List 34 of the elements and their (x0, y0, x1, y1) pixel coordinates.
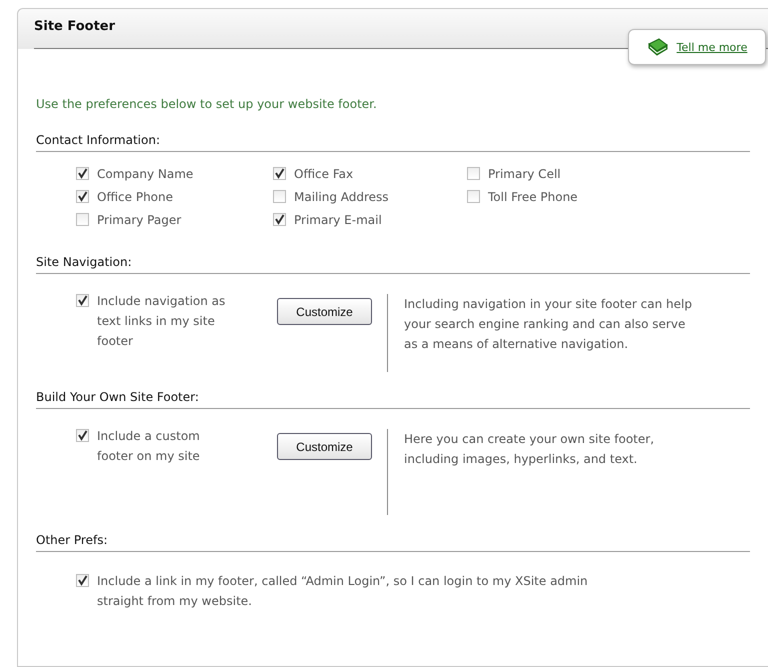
checkbox[interactable] (76, 167, 89, 180)
checkbox[interactable] (76, 574, 89, 587)
checkbox[interactable] (76, 190, 89, 203)
checkbox[interactable] (467, 167, 480, 180)
option-label: Office Fax (294, 167, 354, 181)
option-label: Include navigation as text links in my site footer (97, 293, 226, 350)
option-label: Company Name (97, 167, 194, 181)
checkbox[interactable] (273, 190, 286, 203)
intro-text: Use the preferences below to set up your website footer. (36, 97, 378, 111)
option-label: Mailing Address (294, 190, 389, 204)
section-heading: Other Prefs: (36, 533, 108, 547)
customize-button[interactable]: Customize (277, 298, 372, 325)
tell-me-more-link[interactable]: Tell me more (676, 40, 748, 54)
option-label: Primary Cell (488, 167, 561, 181)
book-icon (646, 37, 669, 57)
description-text: Here you can create your own site footer, including images, hyperlinks, and text. (387, 429, 694, 515)
description-text: Including navigation in your site footer can help your search engine ranking and can also serve as a means of alternative navigation. (387, 294, 694, 372)
section-heading: Site Navigation: (36, 255, 132, 269)
option-label: Office Phone (97, 190, 174, 204)
checkbox[interactable] (76, 213, 89, 226)
option-label: Primary Pager (97, 213, 182, 227)
checkbox[interactable] (273, 167, 286, 180)
customize-button[interactable]: Customize (277, 433, 372, 460)
option-label: Include a link in my footer, called “Admin Login”, so I can login to my XSite admin straight from my website. (97, 573, 589, 610)
checkbox[interactable] (467, 190, 480, 203)
section-heading: Build Your Own Site Footer: (36, 390, 199, 404)
checkbox[interactable] (76, 429, 89, 442)
checkbox[interactable] (76, 294, 89, 307)
option-label: Toll Free Phone (488, 190, 578, 204)
option-label: Include a custom footer on my site (97, 428, 201, 465)
option-label: Primary E-mail (294, 213, 382, 227)
panel-title: Site Footer (34, 18, 116, 34)
section-heading: Contact Information: (36, 133, 160, 147)
checkbox[interactable] (273, 213, 286, 226)
